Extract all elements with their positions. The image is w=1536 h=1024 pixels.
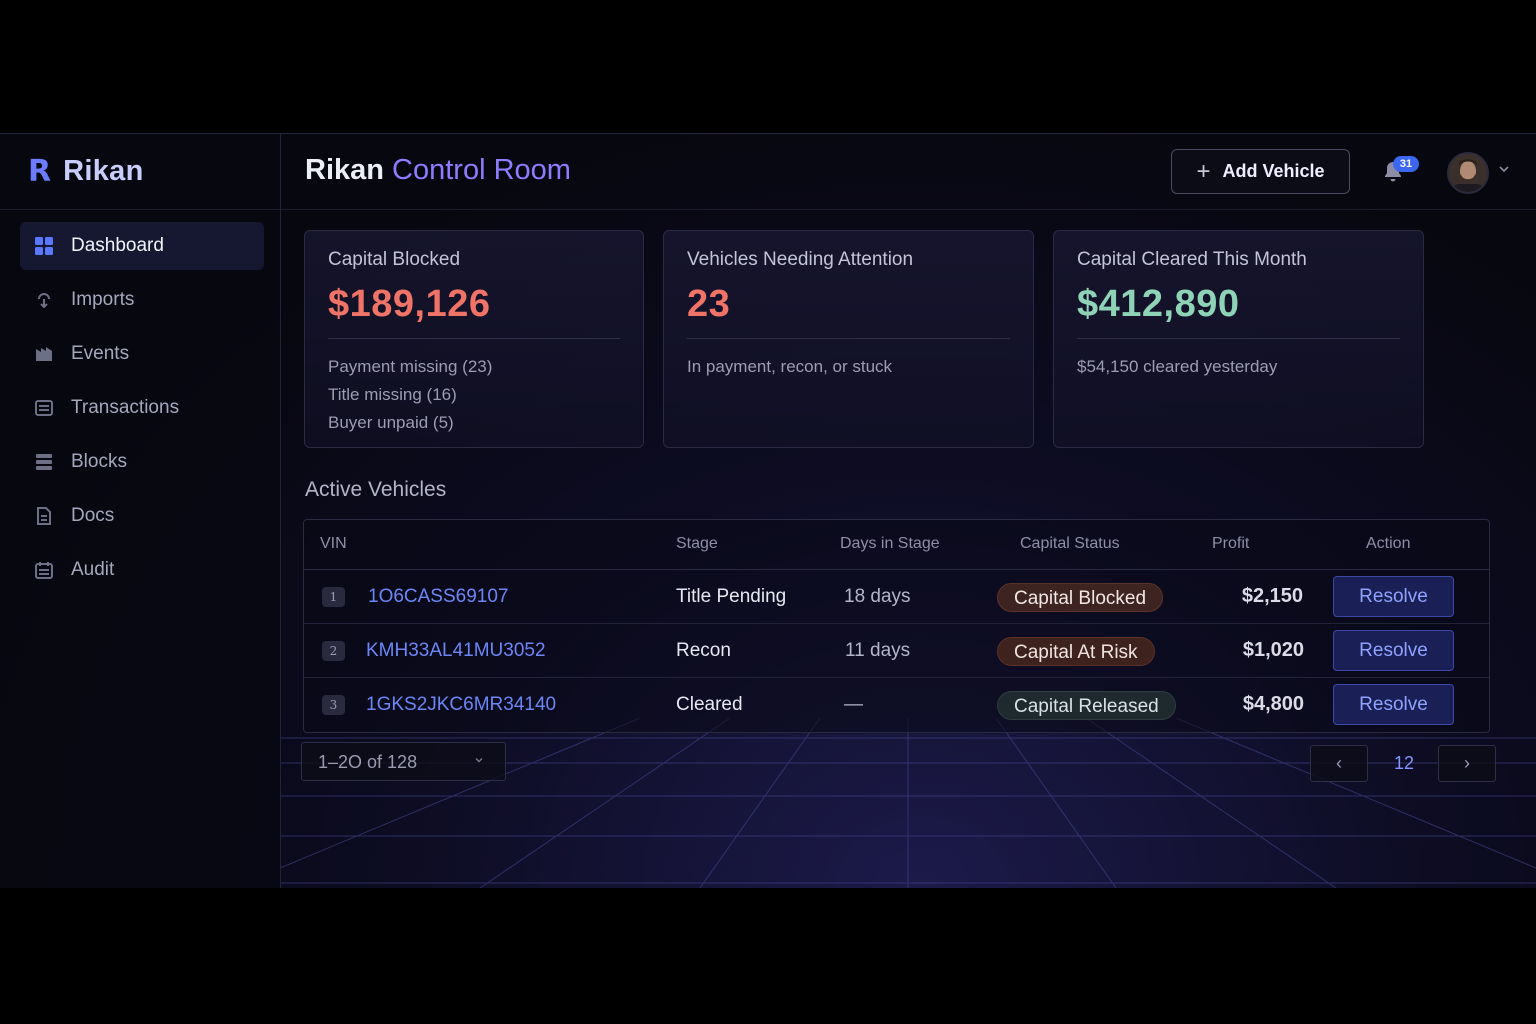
audit-icon <box>34 560 54 580</box>
table-row: 1 1O6CASS69107 Title Pending 18 days Cap… <box>304 570 1489 624</box>
sidebar: R Rikan Dashboard Imports Events Transac… <box>0 134 281 888</box>
card-divider <box>328 338 620 339</box>
card-detail-line: $54,150 cleared yesterday <box>1077 357 1278 376</box>
vin-link[interactable]: 1O6CASS69107 <box>368 586 509 608</box>
sidebar-item-label: Transactions <box>71 397 180 418</box>
sidebar-item-label: Imports <box>71 289 135 310</box>
resolve-button[interactable]: Resolve <box>1333 684 1454 725</box>
card-title: Capital Cleared This Month <box>1077 249 1307 270</box>
column-header-stage[interactable]: Stage <box>676 535 718 553</box>
avatar[interactable] <box>1447 152 1489 194</box>
stage-cell: Title Pending <box>676 586 787 607</box>
add-vehicle-button[interactable]: + Add Vehicle <box>1171 149 1350 194</box>
grid-icon <box>34 236 54 256</box>
profit-cell: $4,800 <box>1242 693 1304 715</box>
page-number[interactable]: 12 <box>1394 753 1414 774</box>
import-icon <box>34 290 54 310</box>
sidebar-item-label: Events <box>71 343 130 364</box>
capital-blocked-value: $189,126 <box>328 283 491 325</box>
next-page-button[interactable]: › <box>1438 745 1496 782</box>
vehicles-attention-value: 23 <box>687 283 731 325</box>
card-detail-line: Payment missing (23) <box>328 357 493 376</box>
card-title: Vehicles Needing Attention <box>687 249 914 270</box>
section-title: Active Vehicles <box>305 478 447 501</box>
sidebar-item-blocks[interactable]: Blocks <box>20 438 264 486</box>
chevron-down-icon <box>473 753 485 769</box>
sidebar-nav: Dashboard Imports Events Transactions Bl… <box>0 210 280 594</box>
chevron-down-icon[interactable] <box>1497 162 1511 181</box>
sidebar-item-docs[interactable]: Docs <box>20 492 264 540</box>
days-cell: 11 days <box>845 640 911 661</box>
row-index: 3 <box>322 695 345 715</box>
sidebar-item-audit[interactable]: Audit <box>20 546 264 594</box>
row-index: 1 <box>322 587 345 607</box>
capital-blocked-card: Capital Blocked $189,126 Payment missing… <box>304 230 644 448</box>
vin-link[interactable]: KMH33AL41MU3052 <box>366 640 546 662</box>
card-detail-line: Buyer unpaid (5) <box>328 413 454 432</box>
column-header-vin[interactable]: VIN <box>320 535 347 553</box>
profit-cell: $1,020 <box>1242 639 1304 661</box>
vin-link[interactable]: 1GKS2JKC6MR34140 <box>366 694 556 716</box>
column-header-status[interactable]: Capital Status <box>1020 535 1120 553</box>
sidebar-item-label: Blocks <box>71 451 127 472</box>
resolve-button[interactable]: Resolve <box>1333 630 1454 671</box>
events-icon <box>34 344 54 364</box>
blocks-icon <box>34 452 54 472</box>
page-title-rest: Control Room <box>392 154 571 186</box>
row-index: 2 <box>322 641 345 661</box>
page-range-label: 1–2O of 128 <box>318 752 418 772</box>
resolve-button[interactable]: Resolve <box>1333 576 1454 617</box>
page-title: Rikan Control Room <box>305 154 571 187</box>
card-divider <box>1077 338 1400 339</box>
card-detail-line: In payment, recon, or stuck <box>687 357 893 376</box>
plus-icon: + <box>1196 157 1211 185</box>
capital-cleared-value: $412,890 <box>1077 283 1240 325</box>
brand[interactable]: R Rikan <box>0 134 280 210</box>
days-cell: — <box>844 694 863 715</box>
brand-name: Rikan <box>63 155 144 187</box>
column-header-days[interactable]: Days in Stage <box>840 535 940 553</box>
page-size-select[interactable]: 1–2O of 128 <box>301 742 506 781</box>
sidebar-item-label: Audit <box>71 559 115 580</box>
table-header: VIN Stage Days in Stage Capital Status P… <box>304 520 1489 570</box>
vehicles-table: VIN Stage Days in Stage Capital Status P… <box>303 519 1490 733</box>
top-header: Rikan Control Room + Add Vehicle 31 <box>281 134 1536 210</box>
days-cell: 18 days <box>844 586 911 607</box>
card-divider <box>687 338 1010 339</box>
column-header-action: Action <box>1366 535 1411 552</box>
status-badge: Capital At Risk <box>997 637 1155 666</box>
column-header-profit[interactable]: Profit <box>1212 535 1249 553</box>
table-row: 3 1GKS2JKC6MR34140 Cleared — Capital Rel… <box>304 678 1489 732</box>
add-vehicle-label: Add Vehicle <box>1222 161 1325 181</box>
transactions-icon <box>34 398 54 418</box>
sidebar-item-dashboard[interactable]: Dashboard <box>20 222 264 270</box>
sidebar-item-transactions[interactable]: Transactions <box>20 384 264 432</box>
page-title-brand: Rikan <box>305 154 384 186</box>
card-detail-line: Title missing (16) <box>328 385 457 404</box>
status-badge: Capital Blocked <box>997 583 1164 612</box>
prev-page-button[interactable]: ‹ <box>1310 745 1368 782</box>
profit-cell: $2,150 <box>1241 585 1303 607</box>
card-title: Capital Blocked <box>328 249 461 270</box>
table-row: 2 KMH33AL41MU3052 Recon 11 days Capital … <box>304 624 1489 678</box>
status-badge: Capital Released <box>997 691 1176 720</box>
stage-cell: Recon <box>676 640 731 661</box>
stage-cell: Cleared <box>676 694 743 715</box>
docs-icon <box>34 506 54 526</box>
capital-cleared-card: Capital Cleared This Month $412,890 $54,… <box>1053 230 1424 448</box>
sidebar-item-label: Dashboard <box>71 235 164 256</box>
sidebar-item-imports[interactable]: Imports <box>20 276 264 324</box>
notification-badge: 31 <box>1393 156 1419 172</box>
brand-logo: R <box>28 154 52 189</box>
sidebar-item-events[interactable]: Events <box>20 330 264 378</box>
sidebar-item-label: Docs <box>71 505 115 526</box>
vehicles-attention-card: Vehicles Needing Attention 23 In payment… <box>663 230 1034 448</box>
app-window: R Rikan Dashboard Imports Events Transac… <box>0 133 1536 888</box>
